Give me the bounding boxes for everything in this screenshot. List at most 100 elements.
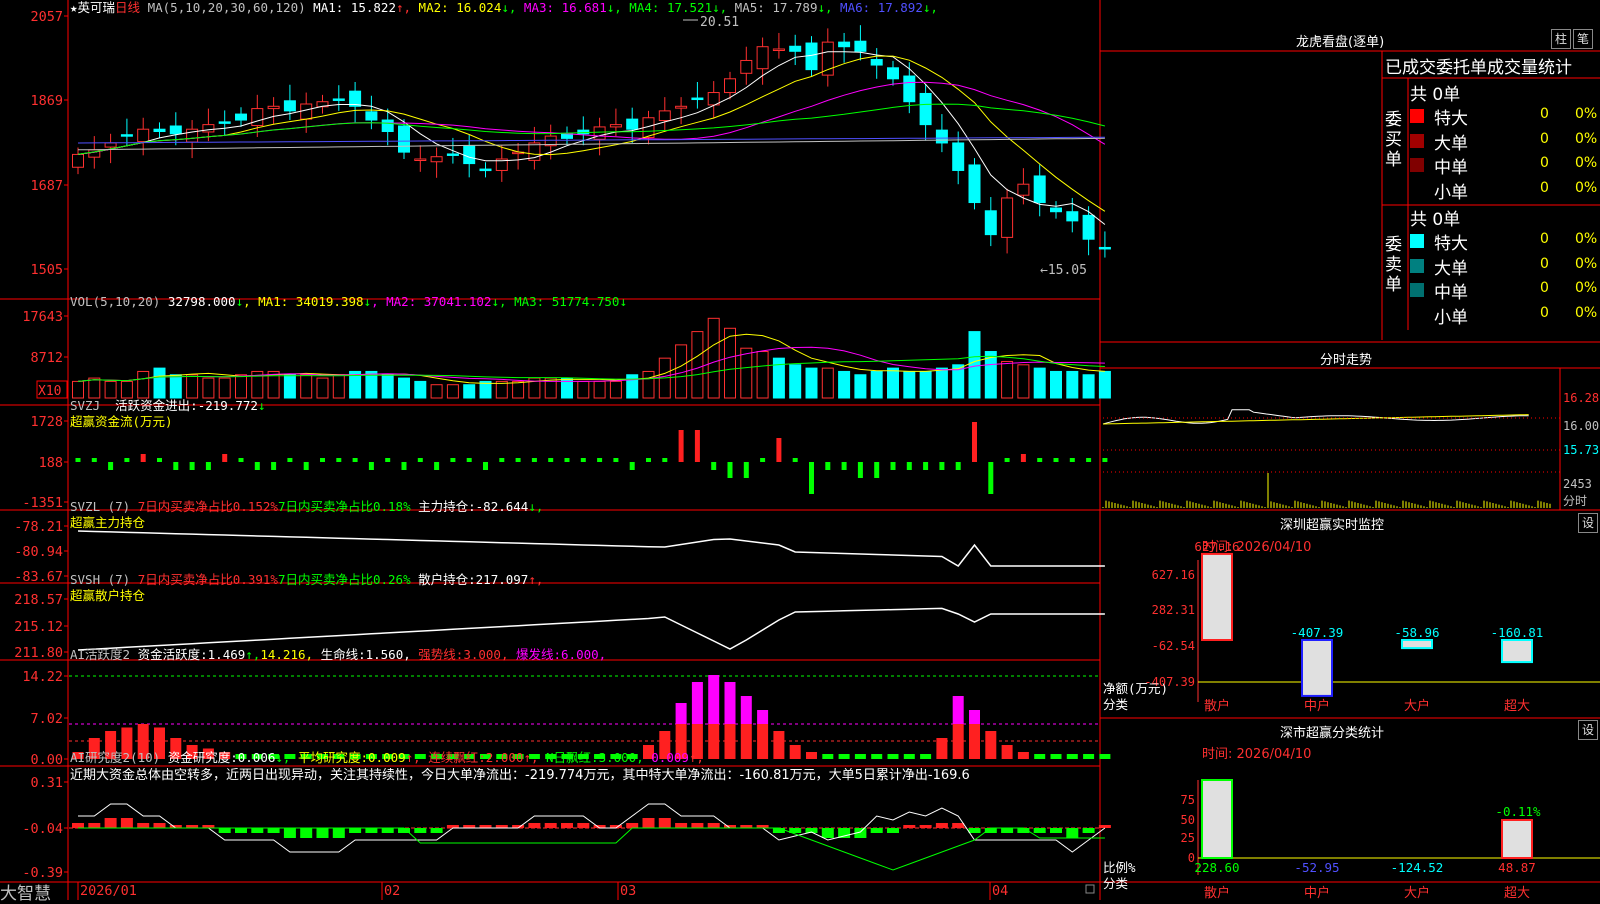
ai2-v3a: ↑,	[523, 750, 539, 765]
main-header: ★英可瑞日线 MA(5,10,20,30,60,120) MA1: 15.822…	[70, 0, 938, 16]
sz-class-bar-value-3: 48.87	[1498, 860, 1536, 875]
ai-research-bar	[414, 828, 427, 833]
candle	[430, 156, 443, 163]
fund-flow-bar	[140, 454, 146, 462]
intraday-price-line	[1102, 409, 1529, 425]
ai-research-bar	[381, 828, 394, 833]
star-icon[interactable]: ★	[70, 0, 78, 15]
fund-flow-bar	[678, 430, 684, 462]
fund-flow-bar	[923, 462, 929, 470]
buy-pct-0: 0%	[1575, 106, 1598, 122]
volume-bar	[887, 367, 899, 399]
retail-position-line	[77, 607, 1105, 651]
candle	[235, 113, 247, 121]
candle	[838, 41, 851, 48]
candle	[626, 118, 639, 130]
fund-flow-bar	[1102, 458, 1108, 462]
sz-monitor-settings-button[interactable]: 设	[1578, 513, 1598, 533]
ai1-title: AI活跃度2	[70, 647, 131, 662]
bar-mode-button[interactable]: 柱	[1551, 29, 1571, 49]
ma10-line	[77, 55, 1106, 212]
fund-flow-bar	[515, 458, 521, 462]
ai2-v2a: ↑,	[405, 750, 421, 765]
svzj-arrow: ↓	[257, 398, 266, 413]
volume-bar	[805, 367, 818, 399]
ai-activity-burst-bar	[724, 682, 736, 724]
fund-flow-bar	[841, 462, 847, 470]
sz-class-ytick-1: 50	[1181, 813, 1195, 827]
volume-bar	[1098, 370, 1111, 399]
sz-monitor-bar-value-2: -58.96	[1394, 625, 1439, 640]
fund-flow-bar	[597, 458, 603, 462]
tick-mode-button[interactable]: 笔	[1573, 29, 1593, 49]
buy-swatch-0	[1410, 109, 1424, 123]
sell-label-2: 中单	[1434, 283, 1468, 303]
volume-bar	[316, 377, 329, 399]
ai-activity-bar	[1099, 754, 1111, 759]
ai1-v1: 1.469	[207, 647, 246, 662]
candle	[1017, 183, 1030, 196]
volume-bar	[1050, 370, 1062, 399]
sz-class-cat-0: 散户	[1204, 885, 1230, 900]
fund-flow-bar	[205, 462, 211, 470]
fund-flow-bar	[352, 458, 358, 462]
candle	[577, 129, 590, 135]
sz-class-ylabel: 比例%	[1103, 860, 1136, 875]
ai-research-bar	[365, 828, 378, 833]
fund-flow-bar	[857, 462, 863, 478]
ai2-header: AI研究度2(10) 资金研究度:0.006↓, 平均研究度:0.009↑, 连…	[70, 750, 1100, 784]
buy-swatch-3	[1410, 182, 1424, 197]
volume-bar	[381, 374, 394, 399]
candle	[1050, 207, 1062, 213]
svsh-ytick-1: 215.12	[14, 619, 63, 635]
stats-tabs[interactable]: 已成交委托单成交量统计	[1385, 53, 1600, 78]
vol-ma3-value: 51774.750	[551, 294, 620, 309]
sz-class-settings-button[interactable]: 设	[1578, 720, 1598, 740]
fund-flow-bar	[1053, 458, 1059, 462]
candle	[984, 210, 997, 236]
fund-flow-bar	[646, 458, 651, 462]
sz-class-title: 深市超赢分类统计	[1280, 726, 1385, 741]
fund-flow-bar	[564, 458, 570, 462]
sz-class-top-label: -0.11%	[1495, 804, 1541, 819]
volume-bar	[414, 380, 427, 399]
ma3-value: 16.681	[561, 0, 607, 15]
intraday-y1: 16.28	[1563, 391, 1599, 405]
buy-label-2: 中单	[1434, 158, 1468, 178]
volume-bar	[642, 370, 655, 399]
sz-monitor-bar-value-1: -407.39	[1291, 625, 1344, 640]
ai-research-bar	[251, 828, 264, 833]
ai-research-bar	[935, 823, 948, 828]
ai2-ytick-0: 0.31	[30, 775, 63, 791]
sz-class-xlabel: 分类	[1103, 876, 1129, 891]
ai-research-bar	[300, 828, 313, 838]
ai1-ytick-2: 0.00	[30, 752, 63, 768]
ai-research-bar	[1050, 828, 1062, 833]
ai-research-bar	[316, 828, 329, 838]
candle	[72, 153, 84, 168]
vol-ma2-value: 37041.102	[423, 294, 492, 309]
period-label[interactable]: 日线	[115, 0, 140, 15]
volume-bar	[577, 380, 590, 399]
ai2-title: AI研究度2(10)	[70, 750, 161, 765]
ai2-v1a: ↓,	[275, 750, 291, 765]
volume-bar	[430, 384, 443, 399]
vol-ma3-label: , MA3:	[499, 294, 552, 309]
ai-research-bar	[658, 818, 671, 828]
fund-flow-bar	[1020, 454, 1026, 462]
ai2-v5a: ↑,	[688, 750, 704, 765]
svzj-ytick-0: 1728	[30, 414, 63, 430]
buy-label-3: 小单	[1434, 182, 1468, 203]
fund-flow-bar	[955, 462, 961, 470]
svsh-ytick-2: 211.80	[14, 645, 63, 661]
fund-flow-bar	[368, 462, 374, 470]
candle	[919, 92, 932, 126]
fund-flow-bar	[401, 462, 407, 470]
candle	[968, 164, 981, 204]
vol-header: VOL(5,10,20) 32798.000↓, MA1: 34019.398↓…	[70, 294, 627, 310]
ai1-v3: 1.560,	[365, 647, 411, 662]
main-ytick-1: 1869	[30, 93, 63, 109]
ma-param: MA(5,10,20,30,60,120)	[147, 0, 306, 15]
fund-flow-bar	[466, 458, 472, 462]
ma30-line	[77, 103, 1106, 155]
